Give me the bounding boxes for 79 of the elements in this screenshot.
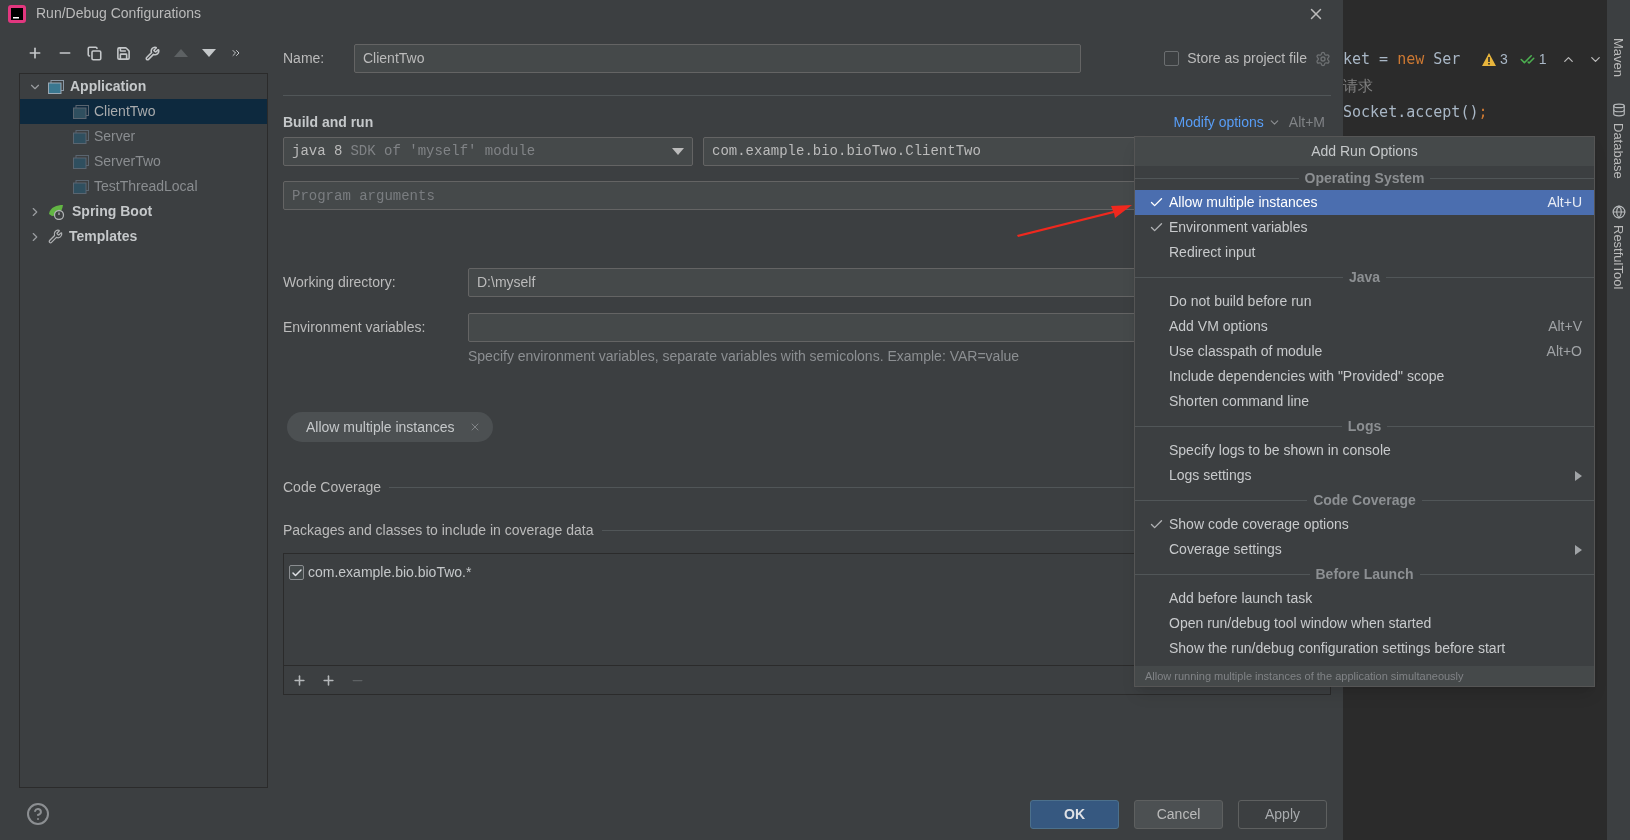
shortcut-text: Alt+V [1548,317,1582,336]
copy-icon[interactable] [87,45,102,61]
checkbox-label[interactable]: Store as project file [1187,48,1307,69]
menu-item[interactable]: Add VM options Alt+V [1135,314,1594,339]
save-icon[interactable] [116,45,131,61]
database-icon [1611,103,1626,118]
field-label: Working directory: [283,273,397,292]
tree-item[interactable]: ServerTwo [20,149,267,174]
tool-window-tab[interactable]: Database [1608,103,1629,179]
menu-item[interactable]: Show code coverage options [1135,512,1594,537]
add-icon[interactable] [27,45,43,61]
menu-section-title: Java [1348,267,1381,287]
package-entry[interactable]: com.example.bio.bioTwo.* [308,562,472,583]
section-title: Build and run [283,113,375,132]
menu-item[interactable]: Coverage settings [1135,537,1594,562]
window-icon [73,104,89,119]
code-line: ket = new Ser [1343,49,1461,71]
tree-item[interactable]: Spring Boot [20,199,267,224]
checkbox[interactable] [289,565,304,580]
globe-icon [1611,204,1626,219]
name-field[interactable]: ClientTwo [354,44,1081,73]
menu-item[interactable]: Specify logs to be shown in console [1135,438,1594,463]
tree-item[interactable]: TestThreadLocal [20,174,267,199]
window-icon [48,79,64,94]
checkbox[interactable] [1164,51,1180,66]
submenu-arrow-icon [1574,544,1582,555]
menu-item[interactable]: Shorten command line [1135,389,1594,414]
window-title: Run/Debug Configurations [36,4,202,23]
menu-section-title: Code Coverage [1313,490,1416,510]
app-logo-icon [8,4,26,23]
hint-text: Specify environment variables, separate variables with semicolons. Example: VAR=value [468,347,1020,366]
menu-item[interactable]: Show the run/debug configuration settings before start [1135,636,1594,661]
window-icon [73,154,89,169]
shortcut-text: Alt+O [1546,342,1582,361]
menu-item[interactable]: Environment variables [1135,215,1594,240]
dialog-button[interactable]: OK [1030,799,1119,829]
tree-item[interactable]: ClientTwo [20,99,267,124]
menu-item[interactable]: Add before launch task [1135,586,1594,611]
menu-item[interactable]: Include dependencies with "Provided" scope [1135,364,1594,389]
field-label: Environment variables: [283,318,427,337]
modify-options-link[interactable]: Modify options [1173,112,1264,133]
menu-section-title: Logs [1347,416,1382,436]
warning-icon[interactable] [1482,52,1496,66]
tool-window-tab[interactable]: RestfulTool [1608,204,1629,289]
dialog-button[interactable]: Cancel [1134,799,1223,829]
menu-item[interactable]: Allow multiple instances Alt+U [1135,190,1594,215]
tool-window-tab[interactable]: Maven [1608,20,1629,78]
option-chip[interactable]: Allow multiple instances [287,412,493,442]
window-icon [73,129,89,144]
help-icon[interactable] [26,802,50,826]
jdk-dropdown[interactable]: java 8 SDK of 'myself' module [283,137,693,166]
weak-warning-count: 1 [1538,49,1547,69]
menu-item[interactable]: Open run/debug tool window when started [1135,611,1594,636]
shortcut-text: Alt+M [1288,113,1325,132]
menu-title: Add Run Options [1135,137,1594,166]
wrench-icon [48,229,63,244]
code-line: 请求 [1343,76,1374,97]
field-label: Name: [283,49,326,68]
submenu-arrow-icon [1574,470,1582,481]
more-icon[interactable] [230,47,242,59]
dropdown-arrow-icon[interactable] [672,148,684,155]
menu-item[interactable]: Use classpath of module Alt+O [1135,339,1594,364]
shortcut-text: Alt+U [1547,193,1582,212]
window-icon [73,179,89,194]
warning-count: 3 [1500,49,1508,69]
tree-item[interactable]: Application [20,74,267,99]
menu-section-title: Before Launch [1315,564,1414,584]
menu-item[interactable]: Redirect input [1135,240,1594,265]
leaf-power-icon [48,203,66,220]
wrench-icon[interactable] [145,45,160,61]
menu-item[interactable]: Logs settings [1135,463,1594,488]
move-down-icon[interactable] [202,49,216,57]
section-title: Packages and classes to include in coverage data [283,521,594,540]
code-line: Socket.accept(); [1343,102,1489,123]
add-class-icon[interactable] [321,672,336,688]
tree-item[interactable]: Templates [20,224,267,249]
tree-item[interactable]: Server [20,124,267,149]
add-package-icon[interactable] [292,672,307,688]
section-title: Code Coverage [283,478,382,497]
